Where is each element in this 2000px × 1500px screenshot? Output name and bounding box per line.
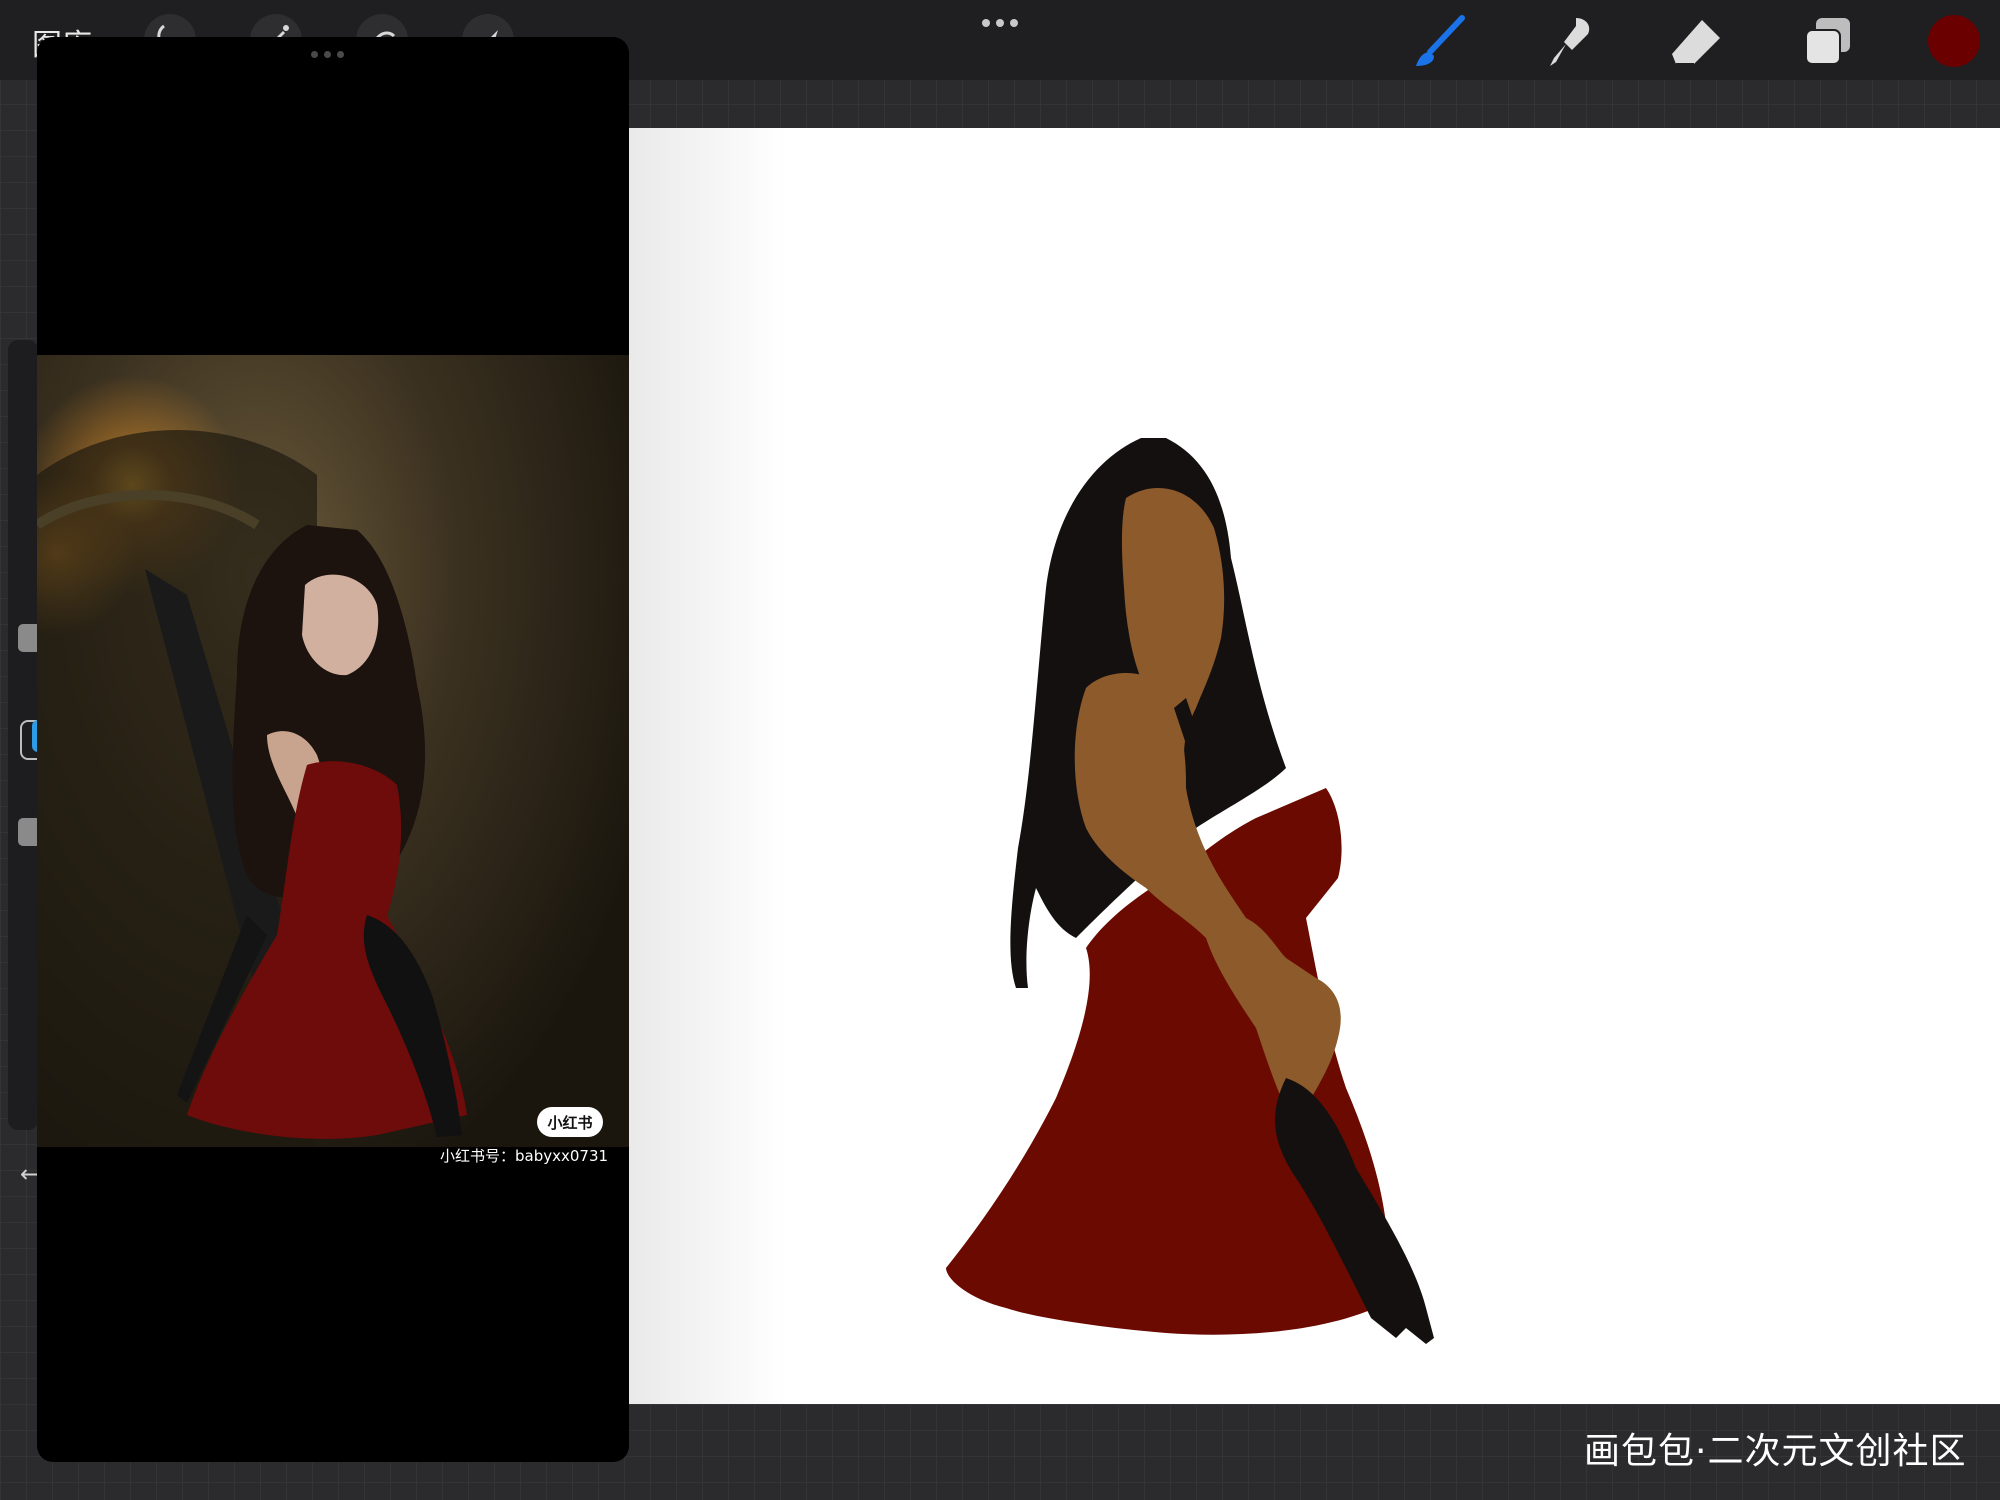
drawing-canvas[interactable] — [626, 128, 2000, 1404]
figure-drawing — [946, 438, 1434, 1344]
author-watermark: @U迪 — [1876, 1368, 1958, 1403]
site-watermark: 画包包·二次元文创社区 — [1584, 1431, 1967, 1472]
smudge-icon[interactable] — [1536, 10, 1600, 74]
color-picker-swatch[interactable] — [1928, 15, 1980, 67]
xiaohongshu-id: 小红书号：babyxx0731 — [440, 1147, 609, 1165]
brush-icon[interactable] — [1408, 10, 1472, 74]
reference-window[interactable]: 小红书 小红书号：babyxx0731 — [37, 37, 629, 1462]
more-dots-icon[interactable] — [976, 10, 1024, 36]
xiaohongshu-badge: 小红书 — [537, 1107, 603, 1137]
reference-photo-figure — [37, 430, 467, 1147]
reference-photo: 小红书 小红书号：babyxx0731 — [37, 355, 629, 1165]
reference-drag-handle[interactable] — [311, 51, 344, 58]
layers-icon[interactable] — [1796, 10, 1860, 74]
eraser-icon[interactable] — [1664, 10, 1728, 74]
